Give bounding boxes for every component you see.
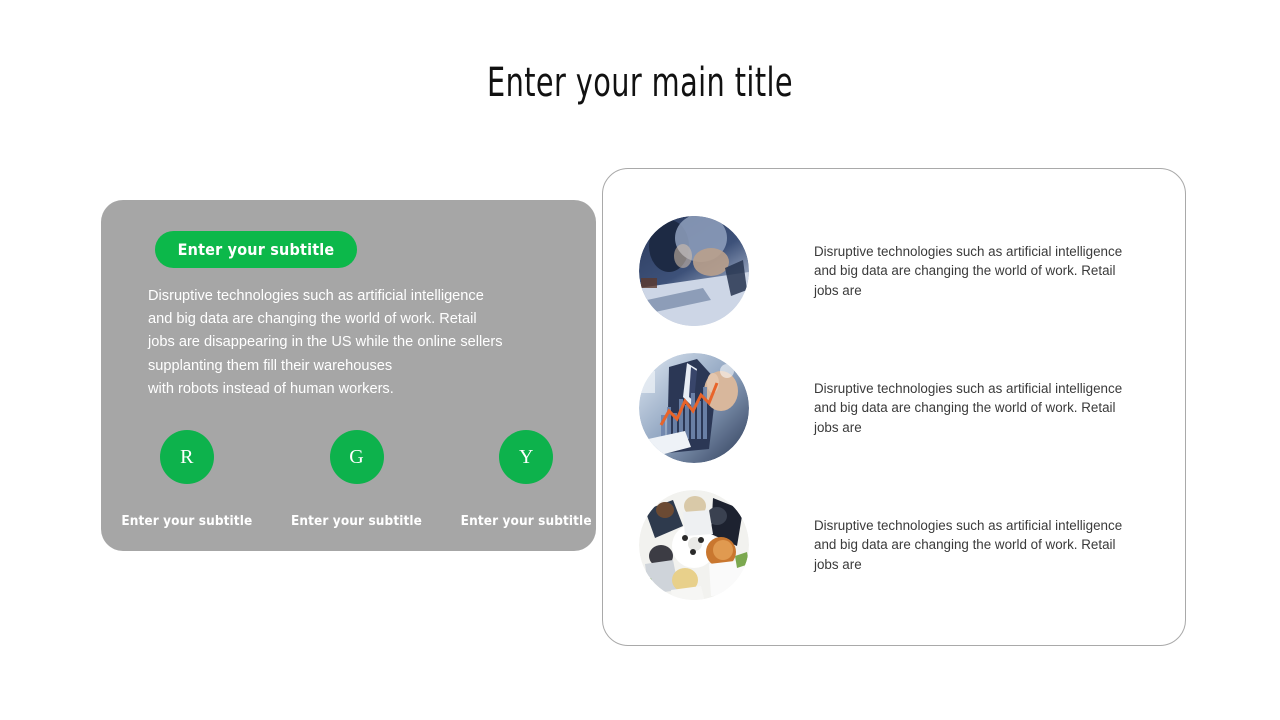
letter-badge-y[interactable]: Y xyxy=(499,430,554,484)
letter-badge-g[interactable]: G xyxy=(329,430,384,484)
paragraph-line: jobs are disappearing in the US while th… xyxy=(148,334,503,351)
photo-businessman-chart-thumbnail xyxy=(639,353,749,463)
list-item-text-line: jobs are xyxy=(814,556,862,572)
photo-team-overhead-thumbnail xyxy=(639,490,749,600)
icon-feature-row: R Enter your subtitle G Enter your subti… xyxy=(101,430,596,529)
list-item[interactable]: Disruptive technologies such as artifici… xyxy=(639,216,1159,326)
subtitle-button[interactable]: Enter your subtitle xyxy=(155,231,357,268)
left-panel-paragraph: Disruptive technologies such as artifici… xyxy=(148,285,573,401)
paragraph-line: Disruptive technologies such as artifici… xyxy=(148,288,484,304)
icon-feature-caption: Enter your subtitle xyxy=(121,513,253,529)
paragraph-line: supplanting them fill their warehouses xyxy=(148,357,393,374)
list-item-text-line: and big data are changing the world of w… xyxy=(814,537,1116,553)
list-item-text-line: jobs are xyxy=(814,419,862,435)
list-item-text-line: Disruptive technologies such as artifici… xyxy=(814,244,1123,260)
card-row-list: Disruptive technologies such as artifici… xyxy=(603,169,1185,645)
letter-badge-label: G xyxy=(349,445,364,468)
list-item-text-line: and big data are changing the world of w… xyxy=(814,400,1116,416)
paragraph-line: and big data are changing the world of w… xyxy=(148,311,477,328)
icon-feature-caption: Enter your subtitle xyxy=(291,513,422,529)
list-item-text-line: and big data are changing the world of w… xyxy=(814,263,1116,279)
list-item-text-line: Disruptive technologies such as artifici… xyxy=(814,518,1123,534)
list-item[interactable]: Disruptive technologies such as artifici… xyxy=(639,490,1159,600)
photo-meeting-desk-thumbnail xyxy=(639,216,749,326)
icon-feature-caption: Enter your subtitle xyxy=(460,513,592,529)
letter-badge-label: R xyxy=(180,445,194,468)
page-title: Enter your main title xyxy=(486,60,794,106)
icon-feature-item-r[interactable]: R Enter your subtitle xyxy=(117,430,257,529)
paragraph-line: with robots instead of human workers. xyxy=(148,380,394,397)
list-item-text-line: jobs are xyxy=(814,282,862,298)
icon-feature-item-y[interactable]: Y Enter your subtitle xyxy=(456,430,596,529)
list-item[interactable]: Disruptive technologies such as artifici… xyxy=(639,353,1159,463)
icon-feature-item-g[interactable]: G Enter your subtitle xyxy=(287,430,427,529)
list-item-text: Disruptive technologies such as artifici… xyxy=(814,379,1159,437)
list-item-text-line: Disruptive technologies such as artifici… xyxy=(814,381,1123,397)
right-content-card: Disruptive technologies such as artifici… xyxy=(602,168,1186,646)
list-item-text: Disruptive technologies such as artifici… xyxy=(814,242,1159,300)
letter-badge-r[interactable]: R xyxy=(159,430,214,484)
list-item-text: Disruptive technologies such as artifici… xyxy=(814,516,1159,574)
left-content-panel: Enter your subtitle Disruptive technolog… xyxy=(101,200,596,551)
letter-badge-label: Y xyxy=(518,445,534,468)
